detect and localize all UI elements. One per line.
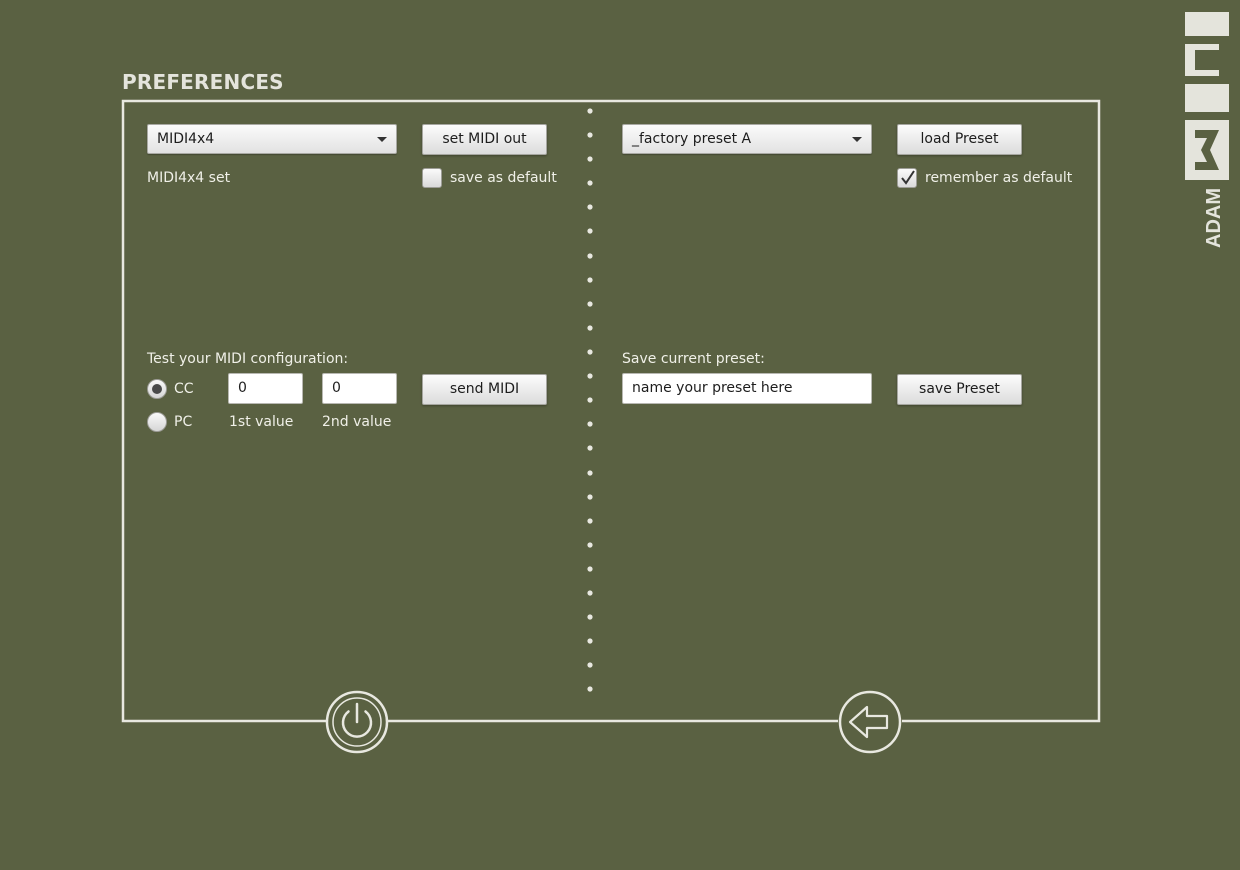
midi-out-status: MIDI4x4 set (147, 170, 231, 186)
second-value-label: 2nd value (322, 414, 392, 430)
preset-name-input[interactable]: name your preset here (622, 373, 872, 404)
divider-dot (587, 542, 593, 548)
divider-dot (587, 156, 593, 162)
divider-dot (587, 518, 593, 524)
logo-company-text: ADAM (1203, 188, 1225, 248)
save-preset-heading: Save current preset: (622, 351, 765, 367)
second-value-input[interactable]: 0 (322, 373, 397, 404)
first-value-input[interactable]: 0 (228, 373, 303, 404)
load-preset-button[interactable]: load Preset (897, 124, 1022, 155)
divider-dot (587, 494, 593, 500)
divider-dot (587, 590, 593, 596)
power-icon[interactable] (324, 689, 390, 755)
divider-dot (587, 566, 593, 572)
first-value-label: 1st value (229, 414, 294, 430)
divider-dots (587, 108, 593, 692)
chevron-down-icon (377, 137, 387, 142)
save-as-default-label: save as default (450, 170, 557, 186)
save-as-default-checkbox[interactable] (422, 168, 442, 188)
radio-pc-label: PC (174, 414, 193, 430)
save-preset-button[interactable]: save Preset (897, 374, 1022, 405)
radio-cc[interactable] (147, 379, 167, 399)
divider-dot (587, 638, 593, 644)
radio-pc[interactable] (147, 412, 167, 432)
send-midi-button[interactable]: send MIDI (422, 374, 547, 405)
divider-dot (587, 132, 593, 138)
adam-midi-logo: ADAM (1185, 12, 1229, 248)
divider-dot (587, 421, 593, 427)
divider-dot (587, 686, 593, 692)
midi-out-device-value: MIDI4x4 (157, 131, 215, 147)
checkmark-icon (901, 170, 915, 185)
divider-dot (587, 373, 593, 379)
radio-selected-dot (152, 384, 162, 394)
divider-dot (587, 349, 593, 355)
divider-dot (587, 662, 593, 668)
divider-dot (587, 445, 593, 451)
set-midi-out-button[interactable]: set MIDI out (422, 124, 547, 155)
test-midi-heading: Test your MIDI configuration: (147, 351, 349, 367)
divider-dot (587, 228, 593, 234)
divider-dot (587, 108, 593, 114)
divider-dot (587, 253, 593, 259)
preset-select[interactable]: _factory preset A (622, 124, 872, 154)
divider-dot (587, 614, 593, 620)
divider-dot (587, 277, 593, 283)
divider-dot (587, 397, 593, 403)
divider-dot (587, 301, 593, 307)
chevron-down-icon (852, 137, 862, 142)
divider-dot (587, 325, 593, 331)
divider-dot (587, 470, 593, 476)
back-arrow-icon[interactable] (836, 689, 904, 755)
remember-as-default-label: remember as default (925, 170, 1073, 186)
preset-select-value: _factory preset A (632, 131, 752, 147)
remember-as-default-checkbox[interactable] (897, 168, 917, 188)
divider-dot (587, 180, 593, 186)
divider-dot (587, 204, 593, 210)
midi-out-device-select[interactable]: MIDI4x4 (147, 124, 397, 154)
radio-cc-label: CC (174, 381, 194, 397)
